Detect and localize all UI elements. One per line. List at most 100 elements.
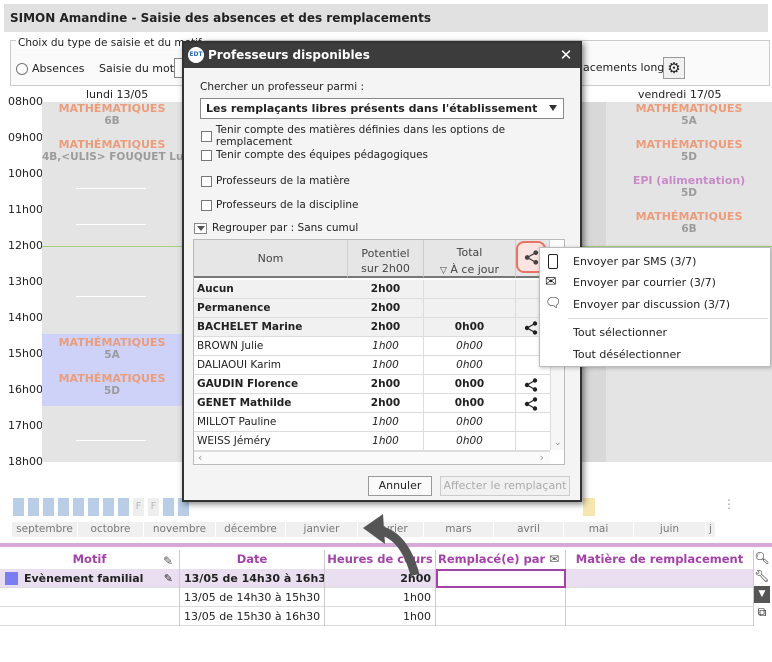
option-discipline-teachers-checkbox[interactable]: Professeurs de la discipline bbox=[201, 199, 359, 211]
edit-icon[interactable]: ✎ bbox=[164, 569, 173, 588]
copy-icon[interactable]: ⧉ bbox=[754, 604, 770, 621]
header-subject[interactable]: Matière de remplacement bbox=[566, 550, 754, 569]
subject-cell[interactable] bbox=[566, 607, 754, 626]
date-cell: 13/05 de 15h30 à 16h30 bbox=[180, 607, 325, 626]
month-label[interactable]: j bbox=[706, 522, 716, 537]
table-row[interactable]: WEISS Jéméry 1h00 0h00 bbox=[194, 432, 550, 451]
table-row[interactable]: GAUDIN Florence 2h00 0h00 bbox=[194, 375, 550, 394]
checkbox[interactable] bbox=[201, 199, 212, 211]
table-row[interactable]: BROWN Julie 1h00 0h00 bbox=[194, 337, 550, 356]
scroll-left-icon[interactable]: ‹ bbox=[198, 451, 202, 464]
header-motif[interactable]: Motif ✎ bbox=[0, 550, 180, 569]
lesson-block[interactable]: EPI (alimentation) 5D bbox=[606, 174, 772, 200]
group-by-toggle[interactable]: Regrouper par : Sans cumul bbox=[194, 222, 358, 234]
week-cell[interactable] bbox=[72, 497, 85, 517]
month-label[interactable]: mai bbox=[564, 522, 634, 537]
week-cell[interactable] bbox=[57, 497, 70, 517]
scroll-right-icon[interactable]: › bbox=[540, 451, 544, 464]
week-cell[interactable] bbox=[102, 497, 115, 517]
month-label[interactable]: juin bbox=[634, 522, 706, 537]
share-icon[interactable] bbox=[524, 378, 538, 392]
week-cell[interactable] bbox=[12, 497, 25, 517]
replaced-cell[interactable] bbox=[436, 588, 566, 607]
checkbox[interactable] bbox=[201, 175, 212, 187]
dropdown-icon[interactable]: ▼ bbox=[754, 586, 770, 603]
subject-cell[interactable] bbox=[566, 588, 754, 607]
close-icon[interactable]: ✕ bbox=[556, 45, 576, 65]
week-cell[interactable] bbox=[612, 497, 626, 517]
week-cell[interactable] bbox=[87, 497, 100, 517]
menu-item-deselect-all[interactable]: Tout désélectionner bbox=[540, 344, 770, 365]
menu-item-chat[interactable]: 🗨︎ Envoyer par discussion (3/7) bbox=[540, 294, 770, 315]
lesson-block[interactable]: MATHÉMATIQUES 6B bbox=[42, 102, 182, 128]
menu-item-mail[interactable]: ✉ Envoyer par courrier (3/7) bbox=[540, 272, 770, 293]
replaced-cell[interactable] bbox=[436, 607, 566, 626]
week-cell[interactable] bbox=[27, 497, 40, 517]
week-cell[interactable] bbox=[687, 497, 701, 517]
month-label[interactable]: octobre bbox=[78, 522, 144, 537]
chevron-down-icon[interactable] bbox=[194, 222, 207, 234]
week-cell[interactable] bbox=[657, 497, 671, 517]
lesson-block[interactable]: MATHÉMATIQUES 6B bbox=[606, 210, 772, 236]
mail-icon[interactable]: ✉ bbox=[549, 552, 559, 566]
table-row[interactable]: MILLOT Pauline 1h00 0h00 bbox=[194, 413, 550, 432]
lesson-block[interactable]: MATHÉMATIQUES 5A bbox=[42, 336, 182, 362]
absences-radio[interactable]: Absences bbox=[16, 62, 85, 75]
week-cell[interactable] bbox=[627, 497, 641, 517]
week-cell[interactable] bbox=[672, 497, 686, 517]
share-icon[interactable] bbox=[524, 321, 538, 335]
week-cell[interactable]: F bbox=[132, 497, 145, 517]
cancel-button[interactable]: Annuler bbox=[368, 476, 432, 496]
table-row[interactable]: Permanence 2h00 bbox=[194, 299, 550, 318]
week-cell[interactable] bbox=[642, 497, 656, 517]
option-subject-teachers-checkbox[interactable]: Professeurs de la matière bbox=[201, 175, 350, 187]
column-potential[interactable]: Potentiel sur 2h00 bbox=[348, 240, 424, 278]
header-replaced[interactable]: Remplacé(e) par ✉ ▯ bbox=[436, 550, 566, 585]
week-cell[interactable] bbox=[42, 497, 55, 517]
week-cell[interactable] bbox=[597, 497, 611, 517]
lesson-block[interactable]: MATHÉMATIQUES 5D bbox=[606, 138, 772, 164]
subject-cell[interactable] bbox=[566, 569, 754, 588]
search-icon[interactable]: 🔍︎ bbox=[754, 550, 770, 567]
menu-item-sms[interactable]: Envoyer par SMS (3/7) bbox=[540, 251, 770, 272]
column-total[interactable]: Total ▽ À ce jour bbox=[424, 240, 516, 278]
week-cell[interactable] bbox=[117, 497, 130, 517]
horizontal-scrollbar[interactable]: ‹ › bbox=[194, 451, 550, 464]
more-icon[interactable]: ⋮ bbox=[722, 497, 736, 517]
lesson-block[interactable]: MATHÉMATIQUES 5A bbox=[606, 102, 772, 128]
option-teams-checkbox[interactable]: Tenir compte des équipes pédagogiques bbox=[201, 149, 428, 161]
table-row[interactable]: Aucun 2h00 bbox=[194, 280, 550, 299]
week-cell-current[interactable] bbox=[582, 497, 596, 517]
checkbox[interactable] bbox=[201, 130, 212, 142]
month-label[interactable]: décembre bbox=[216, 522, 286, 537]
teacher-source-select[interactable]: Les remplaçants libres présents dans l'é… bbox=[200, 98, 564, 119]
lesson-block[interactable]: MATHÉMATIQUES 5D bbox=[42, 372, 182, 398]
table-row[interactable]: 13/05 de 15h30 à 16h30 1h00 bbox=[0, 607, 754, 626]
scroll-down-icon[interactable]: ⌄ bbox=[554, 438, 562, 448]
checkbox[interactable] bbox=[201, 149, 212, 161]
column-name[interactable]: Nom bbox=[194, 240, 348, 278]
share-icon[interactable] bbox=[524, 397, 538, 411]
assign-replacement-button[interactable]: Affecter le remplaçant bbox=[440, 476, 570, 496]
menu-item-select-all[interactable]: Tout sélectionner bbox=[540, 322, 770, 343]
lesson-block[interactable]: MATHÉMATIQUES 4B,<ULIS> FOUQUET Luc... bbox=[42, 138, 182, 164]
month-label[interactable]: septembre bbox=[12, 522, 78, 537]
potential-cell: 1h00 bbox=[348, 356, 424, 375]
header-date[interactable]: Date bbox=[180, 550, 325, 569]
month-label[interactable]: avril bbox=[494, 522, 564, 537]
table-row[interactable]: BACHELET Marine 2h00 0h00 bbox=[194, 318, 550, 337]
replaced-cell[interactable] bbox=[436, 569, 566, 588]
sort-desc-icon[interactable]: ▽ bbox=[440, 266, 447, 276]
table-row[interactable]: GENET Mathilde 2h00 0h00 bbox=[194, 394, 550, 413]
wrench-icon[interactable]: 🔧︎ bbox=[754, 568, 770, 585]
gear-icon[interactable]: ⚙ bbox=[663, 57, 685, 79]
option-subjects-checkbox[interactable]: Tenir compte des matières définies dans … bbox=[201, 124, 580, 148]
table-row[interactable]: DALIAOUI Karim 1h00 0h00 bbox=[194, 356, 550, 375]
table-row[interactable]: 13/05 de 14h30 à 15h30 1h00 bbox=[0, 588, 754, 607]
week-cell[interactable]: F bbox=[147, 497, 160, 517]
radio-icon[interactable] bbox=[16, 62, 28, 75]
month-label[interactable]: janvier bbox=[286, 522, 358, 537]
week-cell[interactable] bbox=[162, 497, 175, 517]
teachers-grid: Nom Potentiel sur 2h00 Total ▽ À ce jour… bbox=[193, 239, 565, 465]
month-label[interactable]: novembre bbox=[144, 522, 216, 537]
